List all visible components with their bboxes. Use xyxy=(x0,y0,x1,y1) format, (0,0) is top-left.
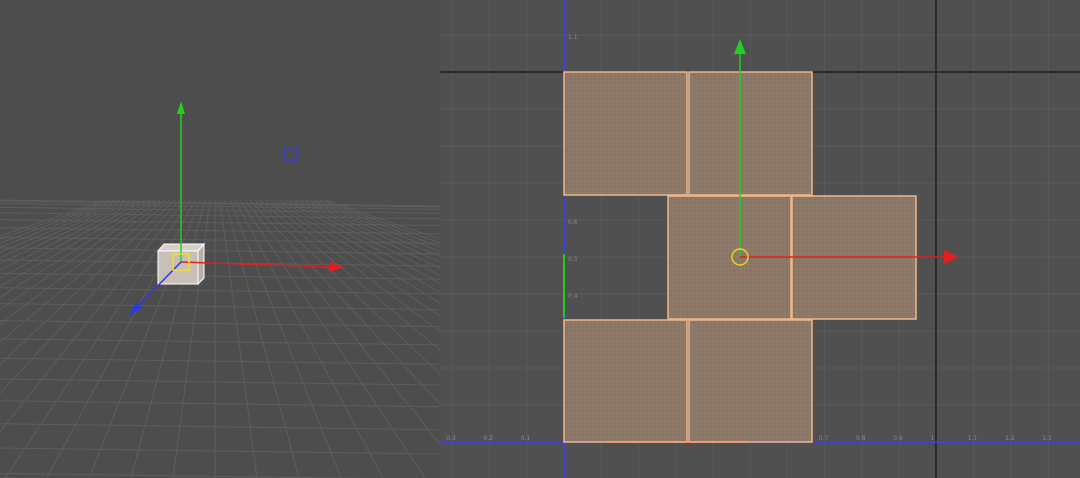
perspective-scene[interactable] xyxy=(0,0,440,478)
floor-grid-line xyxy=(0,287,440,295)
floor-grid-line xyxy=(46,199,196,478)
floor-grid-line xyxy=(172,199,211,478)
v-tick-label: 0.5 xyxy=(568,256,578,263)
u-tick-label: 1 xyxy=(931,435,935,442)
uv-shell[interactable] xyxy=(688,319,813,443)
v-axis-arrow-icon[interactable] xyxy=(734,39,746,54)
v-tick-label: 0.6 xyxy=(568,219,578,226)
floor-grid-line xyxy=(224,199,300,478)
v-tick-label: 0.4 xyxy=(568,293,578,300)
u-tick-label: 0.2 xyxy=(484,435,494,442)
x-axis-arrow-icon[interactable] xyxy=(330,262,344,272)
perspective-viewport[interactable] xyxy=(0,0,440,478)
floor-grid-line xyxy=(0,320,440,328)
floor-grid-line xyxy=(88,199,201,478)
floor-grid xyxy=(0,199,440,478)
v-tick-label: 1.1 xyxy=(568,34,578,41)
floor-grid-line xyxy=(0,303,440,311)
floor-grid-line xyxy=(130,199,206,478)
u-tick-label: 1.3 xyxy=(1042,435,1052,442)
floor-grid-line xyxy=(0,472,375,478)
floor-grid-line xyxy=(219,199,258,478)
u-tick-label: 0.3 xyxy=(446,435,456,442)
uv-shell[interactable] xyxy=(563,319,688,443)
floor-grid-line xyxy=(0,338,440,346)
u-tick-label: 1.1 xyxy=(968,435,978,442)
uv-canvas[interactable]: 0.30.20.10.10.20.30.40.50.60.70.80.911.1… xyxy=(440,0,1080,478)
uv-shell[interactable] xyxy=(688,71,813,196)
u-tick-label: 0.8 xyxy=(856,435,866,442)
u-tick-label: 0.1 xyxy=(521,435,531,442)
uv-shell[interactable] xyxy=(563,71,688,196)
maya-workspace: 0.30.20.10.10.20.30.40.50.60.70.80.911.1… xyxy=(0,0,1080,478)
u-tick-label: 1.2 xyxy=(1005,435,1015,442)
floor-grid-line xyxy=(0,447,440,455)
locator-handle[interactable] xyxy=(284,148,298,162)
y-axis-arrow-icon[interactable] xyxy=(177,101,185,114)
uv-texture-editor[interactable]: 0.30.20.10.10.20.30.40.50.60.70.80.911.1… xyxy=(440,0,1080,478)
floor-grid-line xyxy=(0,378,440,386)
floor-grid-line xyxy=(0,423,440,431)
u-axis-arrow-icon[interactable] xyxy=(944,250,959,264)
u-tick-label: 0.7 xyxy=(819,435,829,442)
u-tick-label: 0.9 xyxy=(893,435,903,442)
